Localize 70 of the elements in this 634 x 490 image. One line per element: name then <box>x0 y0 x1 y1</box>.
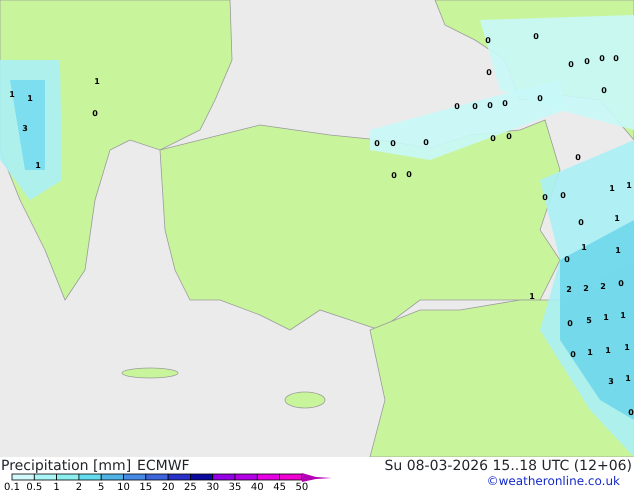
precipitation-value: 1 <box>587 348 593 357</box>
precipitation-value: 0 <box>406 170 412 179</box>
precipitation-value: 0 <box>578 218 584 227</box>
precipitation-value: 0 <box>567 319 573 328</box>
legend-tick-label: 45 <box>273 482 286 490</box>
precipitation-value: 0 <box>570 350 576 359</box>
legend-title: Precipitation [mm] <box>1 459 132 473</box>
legend-tick-label: 20 <box>162 482 174 490</box>
precipitation-value: 1 <box>609 184 615 193</box>
precipitation-value: 1 <box>27 94 33 103</box>
precipitation-value: 0 <box>560 191 566 200</box>
precipitation-value: 1 <box>615 246 621 255</box>
legend-tick-label: 0.5 <box>26 482 42 490</box>
legend-tick-label: 25 <box>184 482 197 490</box>
precipitation-value: 0 <box>618 279 624 288</box>
precipitation-value: 0 <box>472 102 478 111</box>
legend-tick-label: 0.1 <box>4 482 20 490</box>
legend-tick-label: 15 <box>139 482 152 490</box>
credit-link[interactable]: ©weatheronline.co.uk <box>486 475 620 487</box>
precipitation-value: 0 <box>575 153 581 162</box>
precipitation-value: 1 <box>581 243 587 252</box>
legend-tick-label: 5 <box>98 482 104 490</box>
precipitation-value: 1 <box>624 343 630 352</box>
precipitation-value: 0 <box>599 54 605 63</box>
precipitation-value: 0 <box>601 86 607 95</box>
precipitation-value: 0 <box>485 36 491 45</box>
legend-tick-label: 2 <box>76 482 82 490</box>
model-name: ECMWF <box>137 459 190 473</box>
precipitation-value: 1 <box>529 292 535 301</box>
legend-tick-label: 50 <box>296 482 308 490</box>
legend-tick-label: 35 <box>228 482 242 490</box>
precipitation-value: 0 <box>628 408 634 417</box>
precipitation-value: 0 <box>391 171 397 180</box>
precipitation-value: 1 <box>625 374 631 383</box>
precipitation-value: 0 <box>490 134 496 143</box>
precipitation-value: 0 <box>486 68 492 77</box>
precipitation-value: 0 <box>454 102 460 111</box>
legend-tick-label: 1 <box>53 482 60 490</box>
precipitation-value: 0 <box>564 255 570 264</box>
precipitation-value: 2 <box>566 285 572 294</box>
precipitation-value: 0 <box>542 193 548 202</box>
precipitation-value: 3 <box>608 377 614 386</box>
precipitation-value: 1 <box>35 161 41 170</box>
precipitation-value: 3 <box>22 124 28 133</box>
valid-time: Su 08-03-2026 15..18 UTC (12+06) <box>384 459 632 473</box>
precipitation-value: 1 <box>626 181 632 190</box>
precipitation-value: 0 <box>613 54 619 63</box>
legend-tick-label: 10 <box>117 482 130 490</box>
precipitation-value: 1 <box>9 90 15 99</box>
precipitation-value: 0 <box>568 60 574 69</box>
precipitation-value: 1 <box>94 77 100 86</box>
precipitation-value: 2 <box>583 284 589 293</box>
precipitation-value: 1 <box>620 311 626 320</box>
precipitation-value: 0 <box>487 101 493 110</box>
precipitation-value: 1 <box>603 313 609 322</box>
precipitation-value: 0 <box>390 139 396 148</box>
precipitation-value: 0 <box>92 109 98 118</box>
precipitation-value: 0 <box>537 94 543 103</box>
precipitation-value: 2 <box>600 282 606 291</box>
precipitation-value: 0 <box>502 99 508 108</box>
precipitation-value: 0 <box>533 32 539 41</box>
precipitation-value: 1 <box>614 214 620 223</box>
precipitation-value: 1 <box>605 346 611 355</box>
precipitation-value: 0 <box>374 139 380 148</box>
precipitation-value: 0 <box>584 57 590 66</box>
legend-tick-label: 30 <box>206 482 220 490</box>
precipitation-value: 5 <box>586 316 592 325</box>
precipitation-value: 0 <box>506 132 512 141</box>
precipitation-value: 0 <box>423 138 429 147</box>
legend-tick-label: 40 <box>250 482 264 490</box>
